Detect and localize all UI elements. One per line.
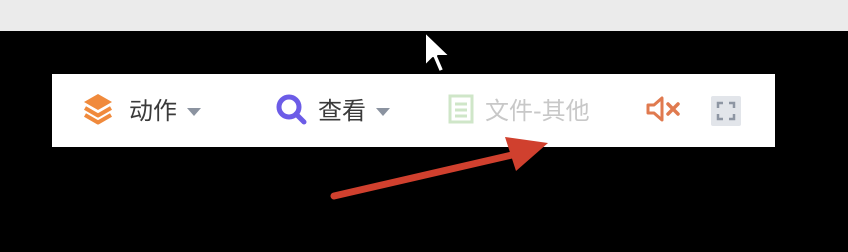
annotation-arrow-icon — [330, 137, 548, 200]
